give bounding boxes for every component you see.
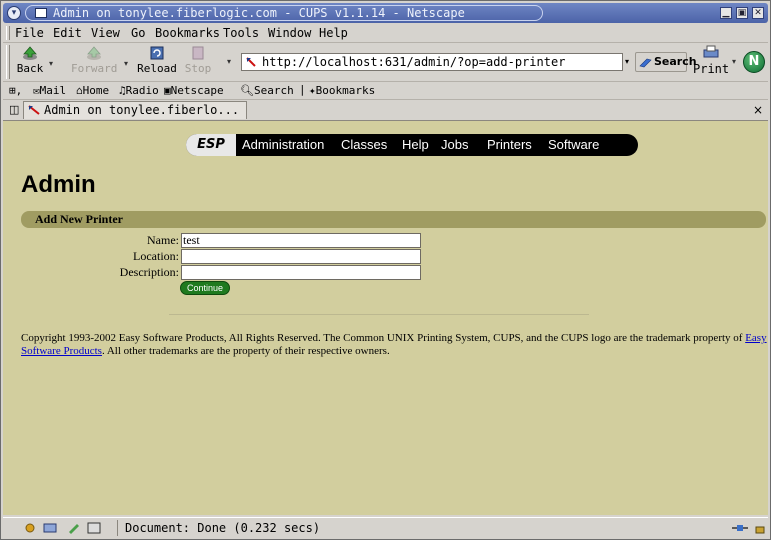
url-text: http://localhost:631/admin/?op=add-print… [262,55,566,69]
reload-icon [150,46,164,60]
stop-button[interactable]: Stop [183,45,213,75]
description-field[interactable] [181,265,421,280]
menu-window[interactable]: Window [268,26,311,40]
forward-dropdown-icon[interactable]: ▾ [124,59,128,68]
radio-link[interactable]: ♫Radio [119,84,159,97]
bookmarks-icon: ✦ [309,84,316,97]
location-label: Location: [133,249,179,263]
minimize-icon[interactable]: ▁ [720,7,732,19]
radio-icon: ♫ [119,84,126,97]
personal-toolbar-toggle-icon[interactable]: ⊞, [9,84,22,97]
bookmarks-link[interactable]: ✦Bookmarks [309,84,375,97]
nav-classes[interactable]: Classes [341,137,387,152]
stop-icon [192,46,204,60]
home-icon: ⌂ [76,84,83,97]
tab-admin[interactable]: Admin on tonylee.fiberlo... [23,101,247,119]
toolbar-grip[interactable] [6,26,10,40]
nav-software[interactable]: Software [548,137,599,152]
address-book-icon[interactable] [87,522,101,534]
window-title: Admin on tonylee.fiberlogic.com - CUPS v… [53,6,465,20]
menu-tools[interactable]: Tools [223,26,259,40]
back-dropdown-icon[interactable]: ▾ [49,59,53,68]
menu-help[interactable]: Help [319,26,348,40]
print-button[interactable]: Print [693,45,729,76]
new-tab-icon[interactable]: ◫ [9,103,19,116]
description-label: Description: [119,265,179,279]
browser-window: ▾ Admin on tonylee.fiberlogic.com - CUPS… [0,0,771,540]
continue-button[interactable]: Continue [180,281,230,295]
personal-toolbar: ⊞, ✉Mail ⌂Home ♫Radio ▣Netscape 🔍︎Search… [3,82,768,100]
menu-file[interactable]: File [15,26,44,40]
home-link[interactable]: ⌂Home [76,84,109,97]
search-link[interactable]: 🔍︎Search [240,84,294,97]
navigator-icon[interactable] [23,522,37,534]
back-arrow-icon [23,46,37,60]
page-content: ESP Administration Classes Help Jobs Pri… [3,121,768,515]
copyright-text: Copyright 1993-2002 Easy Software Produc… [21,332,767,357]
toolbar-divider: | [299,83,306,96]
status-bar: Document: Done (0.232 secs) [3,517,768,539]
search-icon [639,58,652,68]
mail-status-icon[interactable] [43,522,57,534]
menu-bookmarks[interactable]: Bookmarks [155,26,220,40]
menu-bar: File Edit View Go Bookmarks Tools Window… [3,24,768,43]
forward-arrow-icon [87,46,101,60]
window-menu-icon[interactable]: ▾ [7,6,21,20]
esp-logo[interactable]: ESP [186,134,236,156]
url-dropdown-icon[interactable]: ▾ [625,57,629,66]
nav-printers[interactable]: Printers [487,137,532,152]
page-proxy-icon [246,57,256,67]
back-button[interactable]: Back [13,45,47,75]
reload-button[interactable]: Reload [137,45,177,75]
close-tab-icon[interactable]: × [753,103,763,117]
section-header: Add New Printer [21,211,766,228]
window-app-icon [35,8,47,18]
history-dropdown-icon[interactable]: ▾ [227,57,231,66]
close-window-icon[interactable]: ✕ [752,7,764,19]
security-lock-icon[interactable] [753,522,767,534]
nav-jobs[interactable]: Jobs [441,137,468,152]
toolbar-grip[interactable] [6,45,10,79]
status-text: Document: Done (0.232 secs) [125,521,321,535]
menu-go[interactable]: Go [131,26,145,40]
url-bar[interactable]: http://localhost:631/admin/?op=add-print… [241,53,623,71]
divider [169,314,589,315]
forward-button[interactable]: Forward [71,45,117,75]
print-dropdown-icon[interactable]: ▾ [732,57,736,66]
menu-view[interactable]: View [91,26,120,40]
title-bar[interactable]: ▾ Admin on tonylee.fiberlogic.com - CUPS… [3,3,768,23]
page-title: Admin [21,171,96,198]
magnifier-icon: 🔍︎ [240,84,254,97]
netscape-icon: ▣ [164,84,171,97]
name-label: Name: [147,233,179,247]
name-field[interactable]: test [181,233,421,248]
netscape-logo-icon[interactable]: N [743,51,765,73]
location-field[interactable] [181,249,421,264]
mail-link[interactable]: ✉Mail [33,84,66,97]
nav-help[interactable]: Help [402,137,429,152]
navigation-toolbar: Back ▾ Forward ▾ Reload Stop ▾ http://lo… [3,43,768,82]
mail-icon: ✉ [33,84,40,97]
nav-administration[interactable]: Administration [242,137,324,152]
page-favicon-icon [28,105,40,115]
cups-nav-bar: ESP Administration Classes Help Jobs Pri… [186,134,638,156]
tab-bar: ◫ Admin on tonylee.fiberlo... × [3,100,768,121]
search-button[interactable]: Search [635,52,697,72]
online-status-icon[interactable] [731,522,749,534]
printer-icon [703,45,719,58]
status-separator [117,520,118,536]
maximize-icon[interactable]: ▣ [736,7,748,19]
netscape-link[interactable]: ▣Netscape [164,84,224,97]
composer-icon[interactable] [67,522,81,534]
menu-edit[interactable]: Edit [53,26,82,40]
